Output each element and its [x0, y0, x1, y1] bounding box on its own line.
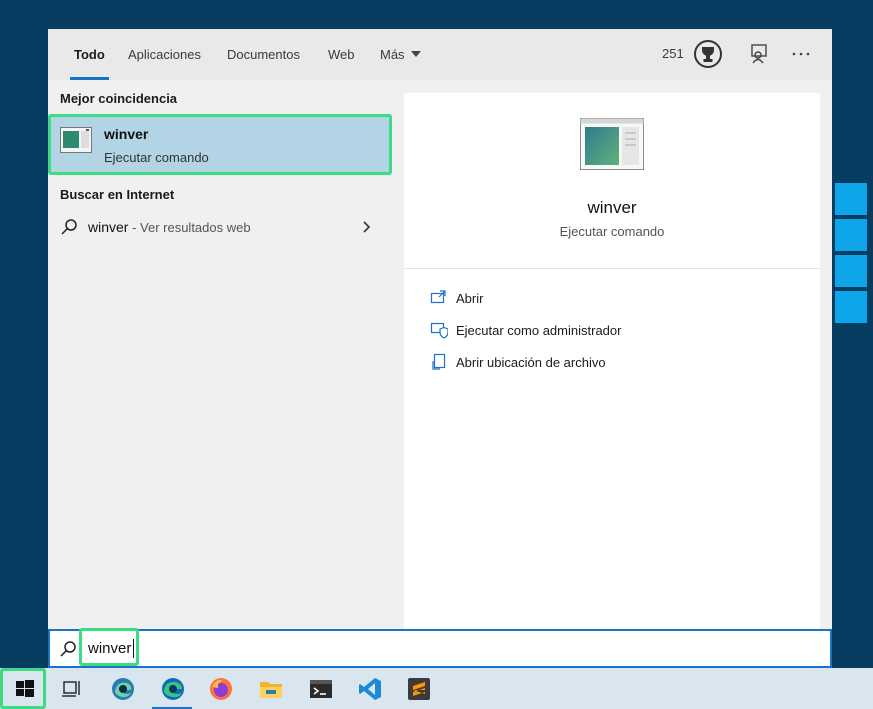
- desktop-tile: [835, 255, 867, 287]
- chevron-down-icon: [410, 51, 421, 57]
- search-input-text: winver: [88, 640, 132, 657]
- tab-label: Más: [380, 47, 405, 62]
- firefox-icon: [210, 678, 232, 700]
- desktop-tile: [835, 219, 867, 251]
- task-view-icon: [62, 681, 80, 697]
- admin-shield-icon: [430, 322, 448, 339]
- action-label: Ejecutar como administrador: [456, 323, 622, 338]
- desktop-tile: [835, 291, 867, 323]
- best-match-subtitle: Ejecutar comando: [104, 150, 209, 165]
- open-icon: [430, 290, 446, 304]
- search-icon: [60, 218, 78, 236]
- sublime-text-button[interactable]: [398, 668, 438, 709]
- firefox-button[interactable]: [200, 668, 240, 709]
- search-icon: [59, 640, 77, 658]
- terminal-button[interactable]: [300, 668, 340, 709]
- windows-logo-icon: [16, 680, 34, 697]
- search-input[interactable]: winver: [79, 628, 139, 666]
- detail-pane: winver Ejecutar comando Abrir Ejecutar c…: [404, 93, 820, 629]
- action-label: Abrir ubicación de archivo: [456, 355, 606, 370]
- terminal-icon: [310, 680, 332, 698]
- search-box[interactable]: winver: [48, 628, 832, 668]
- points-count: 251: [662, 46, 684, 61]
- winver-large-icon: [580, 118, 644, 170]
- tab-todo[interactable]: Todo: [70, 29, 109, 80]
- web-result-query: winver: [88, 219, 129, 235]
- chevron-right-icon[interactable]: [361, 220, 373, 234]
- tab-web[interactable]: Web: [324, 29, 359, 80]
- text-cursor: [133, 639, 134, 658]
- tab-label: Aplicaciones: [128, 47, 201, 62]
- detail-subtitle: Ejecutar comando: [559, 224, 665, 239]
- desktop-tile: [835, 183, 867, 215]
- web-result-text: winver - Ver resultados web: [88, 219, 251, 235]
- web-result-row[interactable]: winver - Ver resultados web: [48, 212, 392, 244]
- tab-mas[interactable]: Más: [376, 29, 425, 80]
- web-result-suffix: - Ver resultados web: [128, 220, 251, 235]
- sublime-text-icon: [408, 678, 430, 700]
- tab-label: Web: [328, 47, 355, 62]
- best-match-heading: Mejor coincidencia: [60, 91, 178, 106]
- best-match-result[interactable]: winver Ejecutar comando: [48, 114, 392, 175]
- tab-label: Todo: [74, 47, 105, 62]
- vscode-icon: [359, 678, 381, 700]
- winver-app-icon: [60, 127, 92, 153]
- edge-dev-icon: [112, 678, 134, 700]
- best-match-title: winver: [104, 126, 149, 142]
- divider: [404, 268, 820, 269]
- vscode-button[interactable]: [349, 668, 389, 709]
- edge-button[interactable]: [152, 668, 192, 709]
- edge-dev-button[interactable]: [102, 668, 142, 709]
- folder-icon: [260, 682, 282, 698]
- filter-tabs: Todo Aplicaciones Documentos Web Más 251: [48, 29, 832, 80]
- taskbar: [0, 668, 873, 709]
- more-icon[interactable]: [790, 43, 812, 65]
- feedback-icon[interactable]: [748, 43, 770, 65]
- tab-aplicaciones[interactable]: Aplicaciones: [124, 29, 205, 80]
- action-label: Abrir: [456, 291, 484, 306]
- web-search-heading: Buscar en Internet: [60, 187, 175, 202]
- edge-icon: [162, 678, 184, 700]
- file-explorer-button[interactable]: [250, 668, 290, 709]
- file-location-icon: [432, 353, 446, 370]
- tab-documentos[interactable]: Documentos: [223, 29, 304, 80]
- detail-title: winver: [587, 198, 637, 217]
- search-panel: Todo Aplicaciones Documentos Web Más 251: [48, 29, 832, 629]
- task-view-button[interactable]: [52, 668, 92, 709]
- start-button[interactable]: [0, 668, 46, 709]
- trophy-icon[interactable]: [693, 39, 723, 69]
- tab-label: Documentos: [227, 47, 300, 62]
